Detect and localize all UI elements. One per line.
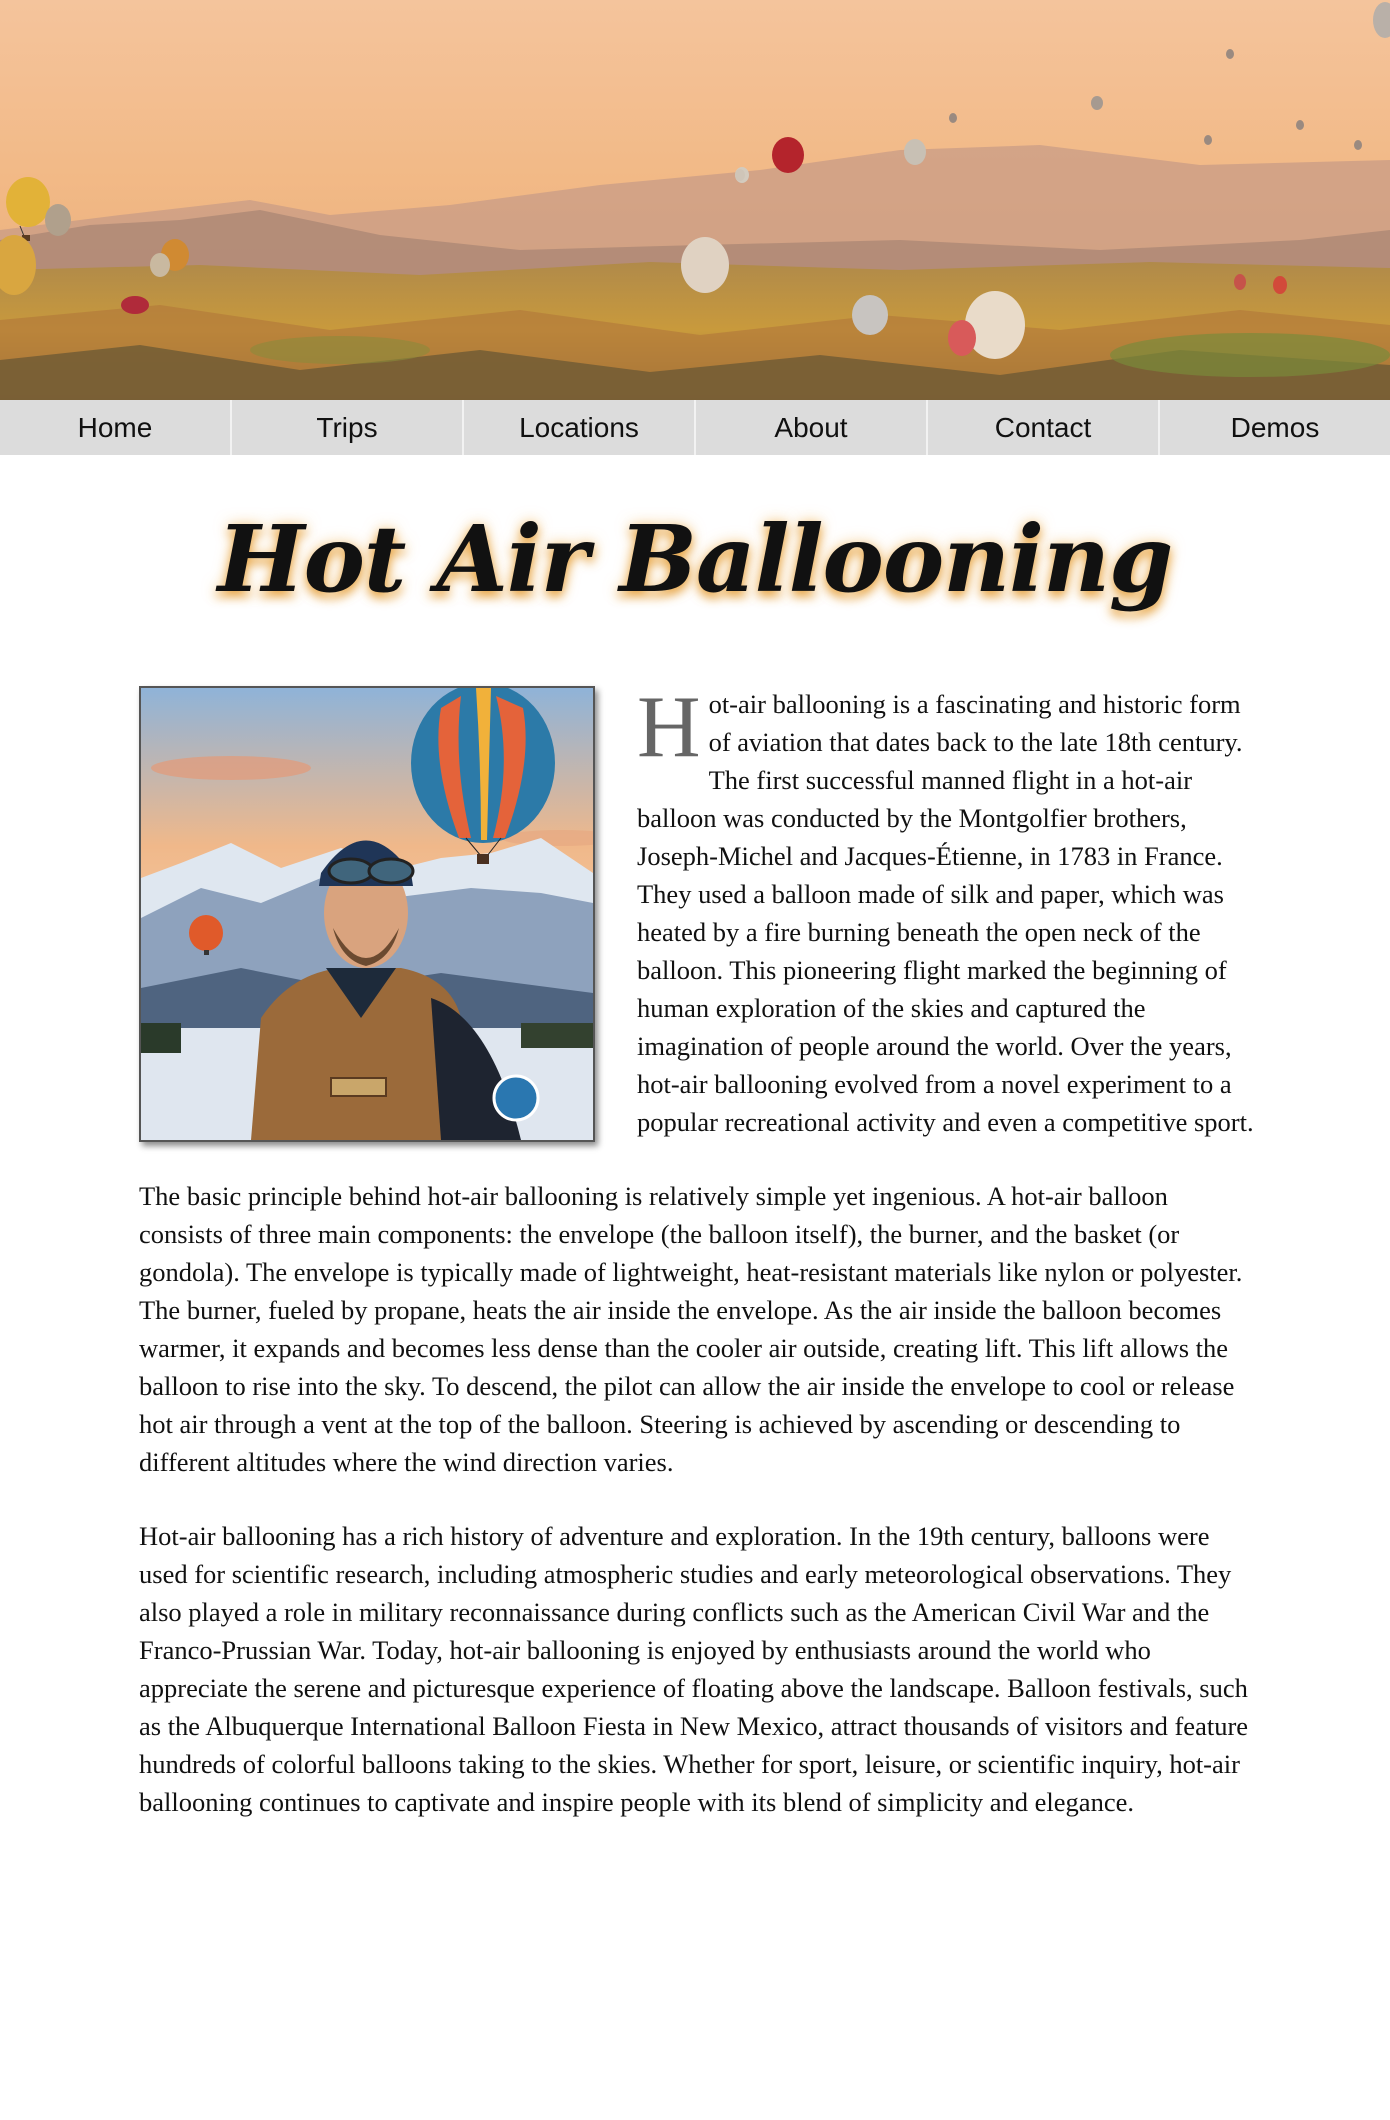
article-body: Hot-air ballooning is a fascinating and … [139,679,1254,1857]
nav-demos[interactable]: Demos [1160,400,1390,455]
nav-about[interactable]: About [696,400,928,455]
paragraph-2: The basic principle behind hot-air ballo… [139,1181,1243,1477]
main-nav: Home Trips Locations About Contact Demos [0,400,1390,455]
pilot-portrait-image [139,686,595,1142]
nav-locations[interactable]: Locations [464,400,696,455]
nav-home[interactable]: Home [0,400,232,455]
nav-trips[interactable]: Trips [232,400,464,455]
paragraph-1: ot-air ballooning is a fascinating and h… [637,689,1254,1137]
paragraph-3: Hot-air ballooning has a rich history of… [139,1521,1249,1817]
page-title: Hot Air Ballooning [217,505,1174,613]
drop-cap: H [637,679,701,776]
nav-contact[interactable]: Contact [928,400,1160,455]
hero-banner-image [0,0,1390,400]
